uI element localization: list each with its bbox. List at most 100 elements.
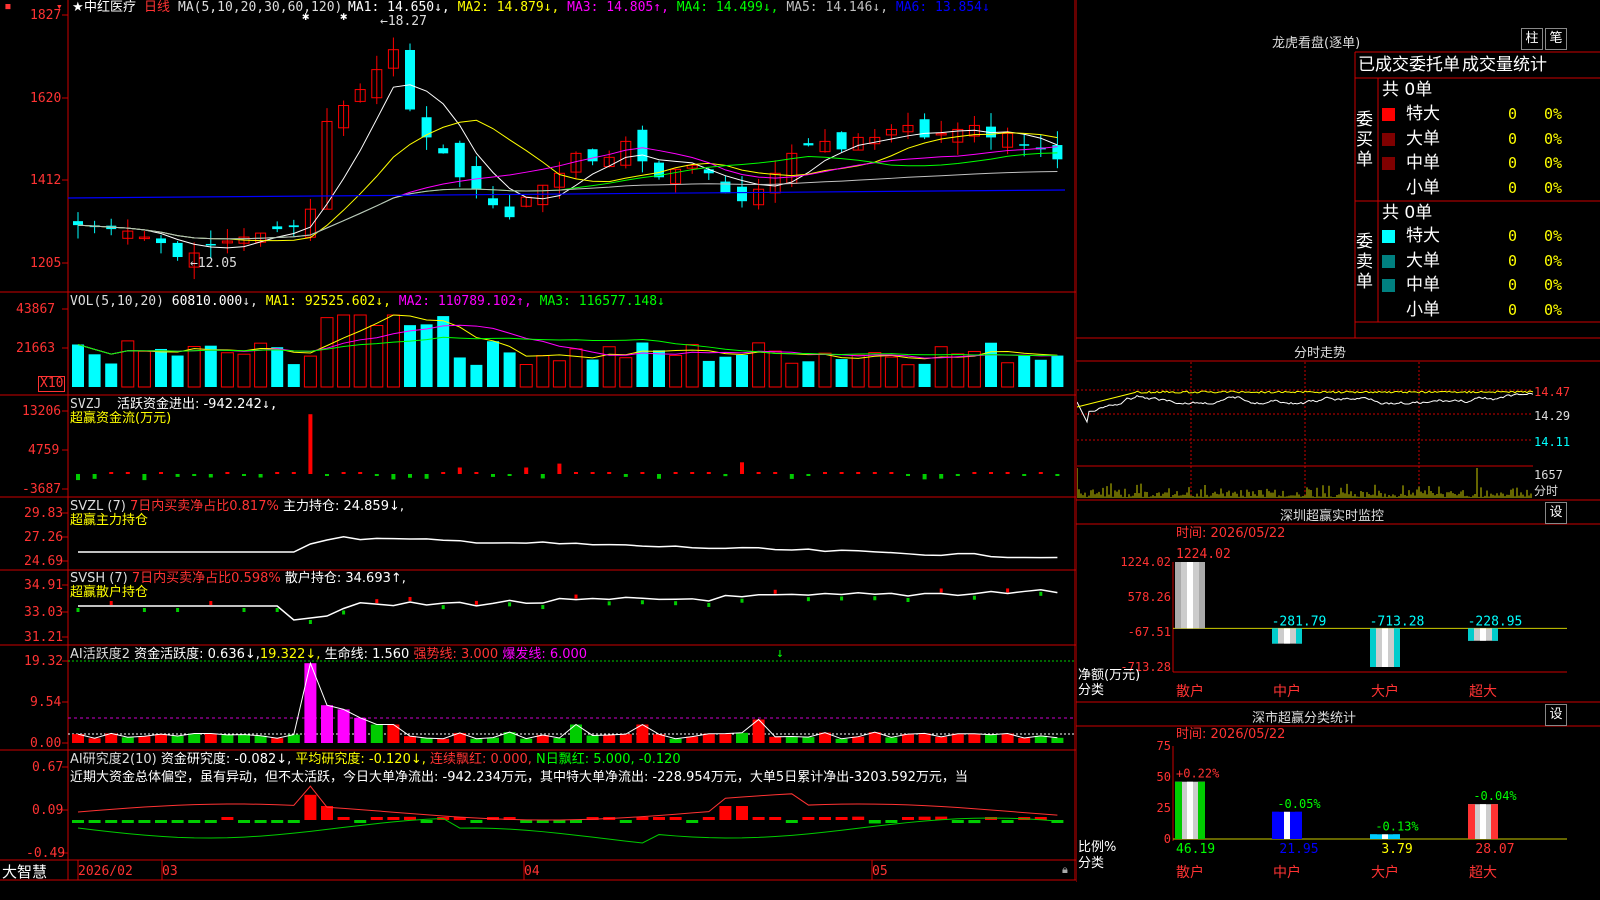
lock-icon[interactable]: 🔒︎ [1062,862,1068,878]
activity-bar [171,736,184,743]
vol-unit-badge[interactable]: X10 [38,376,66,392]
ma-line-5 [77,84,1058,249]
date-axis-label: 05 [872,864,888,879]
order-size-label: 特大 [1406,226,1440,246]
y-tick: 43867 [16,302,56,317]
volume-bar [105,363,118,387]
volume-bar [137,350,151,388]
svsh-marker [607,601,611,606]
ai-study-bars [72,785,1064,844]
activity-bar [404,736,416,743]
svsh-marker [707,602,711,607]
study-bar [619,820,632,823]
candle-body [405,49,415,110]
cls-bar-edge [1295,811,1302,839]
study-bar [802,817,815,820]
candle-body [454,142,465,178]
volume-bar [985,342,997,387]
cls-bar-hl [1480,804,1486,839]
sz-monitor-chart: 1224.02 578.26 -67.51 -713.28 1224.02 散户 -281.… [1120,547,1567,700]
study-bar [470,820,483,823]
study-bar [785,820,798,823]
volume-bar [1001,362,1015,388]
order-count: 0 [1508,276,1518,294]
svsh-marker [939,588,943,593]
activity-bar [586,735,599,743]
low-price-label: ←12.05 [190,256,237,271]
svsh-marker [972,595,976,600]
money-flow-bar [540,474,545,479]
menu-dot-icon[interactable]: ▪ [4,0,12,15]
intraday-chart[interactable] [1077,362,1533,498]
money-flow-bar [756,472,761,474]
volume-bar [1051,355,1064,387]
y-tick: 1827 [30,8,62,23]
volume-bar [918,363,931,387]
activity-bar [188,733,201,743]
order-count: 0 [1508,300,1518,319]
star-marker-icon: ✱ [302,9,310,23]
study-bar [204,820,217,823]
sz-bar-hl [1480,628,1486,641]
study-bar [321,806,333,820]
activity-bar [204,733,217,743]
ma-legend-item: MA3: 14.805↑, [567,0,677,15]
study-bar [155,820,167,823]
cls-bar-change: +0.22% [1176,767,1220,781]
cls-bar-change: -0.04% [1473,789,1517,803]
money-flow-bar [175,474,180,477]
activity-bar [420,738,433,743]
candle-body [637,129,648,162]
study-bar [171,820,184,823]
candle-body [504,206,515,218]
svsh-marker [209,601,213,605]
stock-name[interactable]: 中红医疗 [84,0,136,16]
svsh-marker [640,600,644,605]
sz-class-settings-button[interactable]: 设 [1545,704,1567,726]
tick-view-button[interactable]: 笔 [1545,28,1567,50]
favorite-star-icon[interactable]: ★ [72,0,84,16]
sz-monitor-settings-button[interactable]: 设 [1545,502,1567,524]
period-label[interactable]: 日线 [144,0,170,16]
svsh-hold-line [78,589,1058,621]
money-flow-bar [673,472,678,474]
money-flow-bar [159,472,163,474]
volume-bar [519,364,533,388]
study-bar [636,817,649,820]
y-tick: 31.21 [24,630,64,645]
ma-line-10 [77,119,1058,242]
money-flow-bar [657,474,661,479]
sz-category-label: 中户 [1273,683,1301,700]
study-bar [221,817,234,820]
svsh-marker [441,605,445,610]
volume-bar [337,314,351,388]
money-flow-bar [690,472,695,474]
volume-bars [72,314,1064,388]
money-flow-bar [424,474,429,479]
ai2-description: 近期大资金总体偏空，虽有异动，但不太活跃，今日大单净流出: -942.234万元… [70,770,968,785]
volume-bar [370,325,384,388]
order-count: 0 [1508,251,1518,270]
study-red-line [77,785,1058,821]
volume-bar [934,346,948,388]
volume-bar [503,352,516,387]
intraday-title: 分时走势 [1294,346,1347,361]
money-flow-bar [341,472,346,474]
activity-bar [271,738,284,743]
svsh-marker [474,600,478,605]
order-pct: 0% [1544,227,1563,245]
svsh-marker [541,605,545,610]
app-logo[interactable]: 大智慧 [2,862,47,882]
tab-volume-stats[interactable]: 成交量统计 [1462,55,1547,75]
tab-filled-orders[interactable]: 已成交委托单 [1358,55,1460,75]
money-flow-bar [989,472,993,474]
activity-bar [736,732,748,743]
cls-bar-edge [1272,811,1279,839]
money-flow-bar [192,474,197,477]
money-flow-bar [1022,474,1027,476]
volume-bar [785,362,799,388]
kline-chart-area[interactable] [0,0,1076,882]
sz-bar-2 [1370,628,1400,667]
bar-view-button[interactable]: 柱 [1521,28,1543,50]
date-axis-label: 04 [524,864,540,879]
